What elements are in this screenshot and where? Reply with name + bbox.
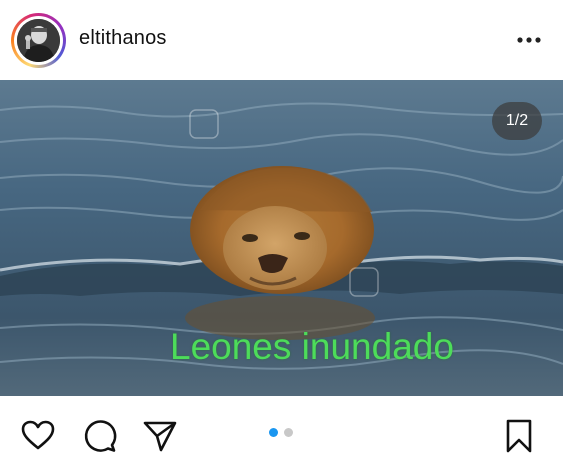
carousel-dot-inactive [284, 428, 293, 437]
send-icon[interactable] [142, 419, 178, 458]
carousel-indicator [269, 428, 295, 438]
comment-icon[interactable] [82, 419, 118, 458]
image-caption-overlay: Leones inundado [170, 326, 454, 367]
username[interactable]: eltithanos [79, 27, 167, 50]
bookmark-icon[interactable] [504, 418, 534, 459]
post-header: eltithanos [0, 0, 563, 80]
heart-icon[interactable] [20, 419, 56, 456]
profile-photo [17, 19, 60, 62]
more-horizontal-icon[interactable] [510, 30, 550, 50]
carousel-counter: 1/2 [492, 102, 542, 140]
carousel-dot-active [269, 428, 278, 437]
story-ring[interactable] [11, 13, 66, 68]
avatar[interactable] [17, 19, 60, 62]
